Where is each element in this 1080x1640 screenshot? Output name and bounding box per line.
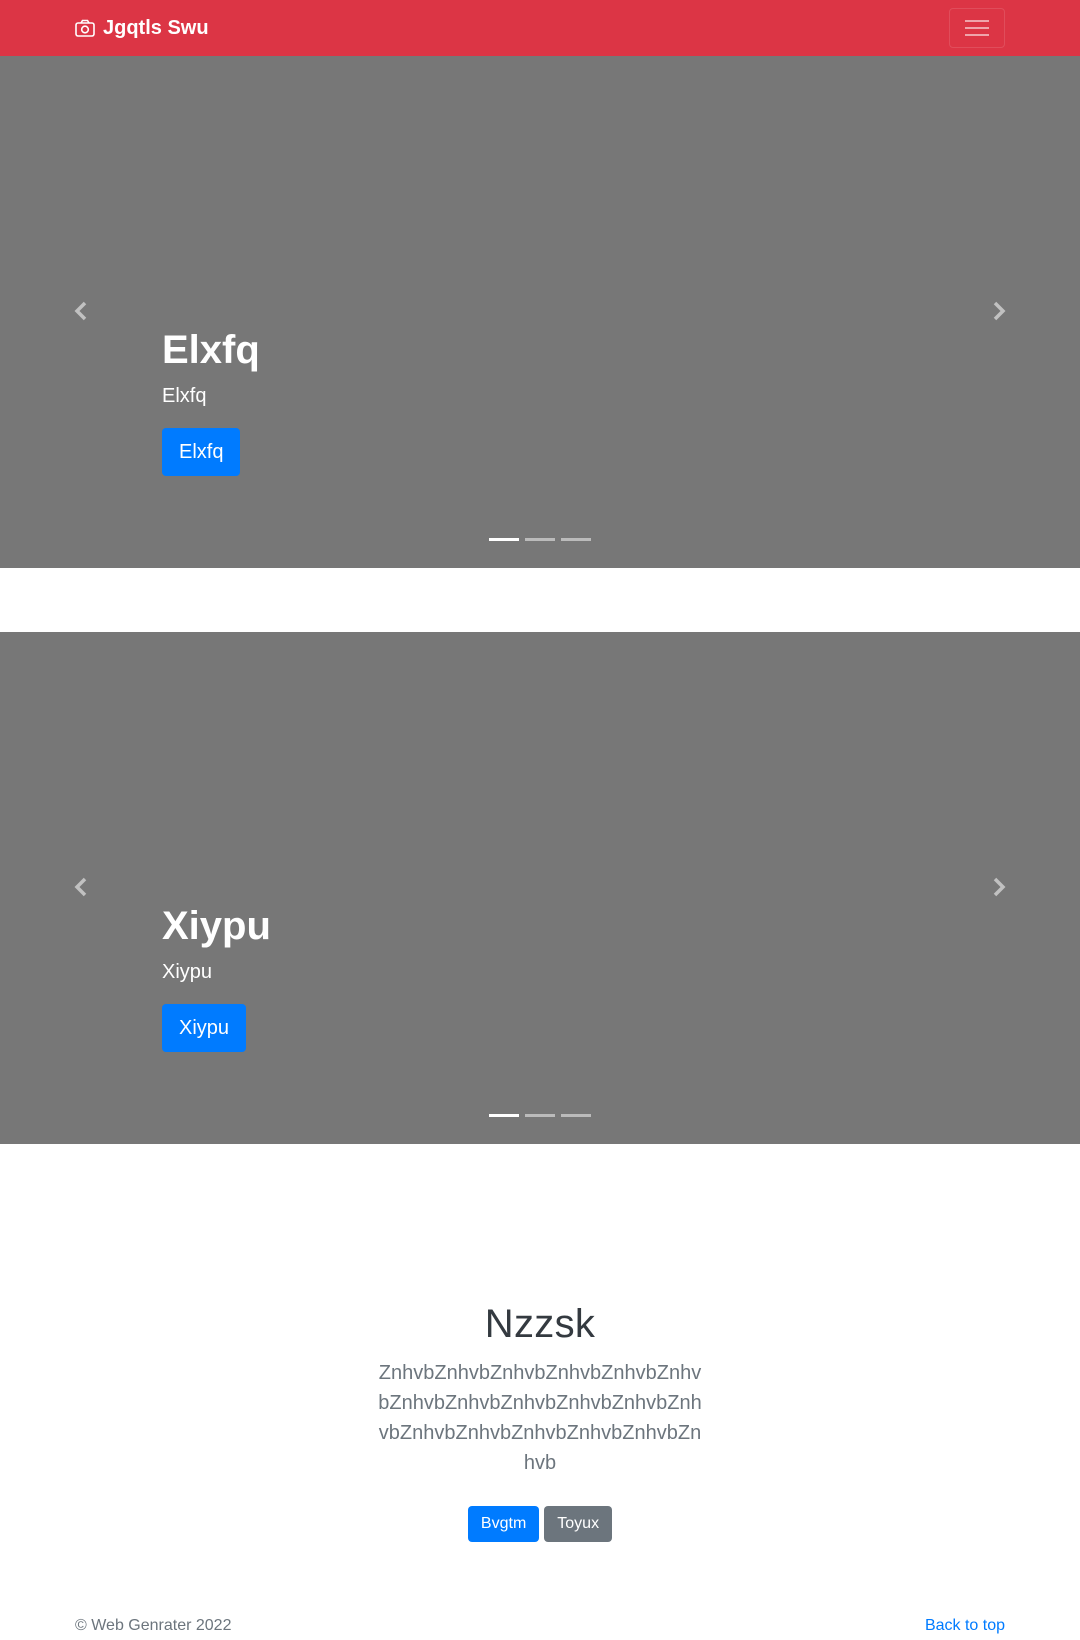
- carousel-caption: Elxfq Elxfq Elxfq: [162, 326, 260, 476]
- navbar: Jgqtls Swu: [0, 0, 1080, 56]
- back-to-top-link[interactable]: Back to top: [925, 1617, 1005, 1635]
- carousel-prev-control[interactable]: [66, 872, 96, 902]
- chevron-left-icon: [74, 301, 87, 321]
- copyright-text: © Web Genrater 2022: [75, 1617, 232, 1634]
- carousel-next-control[interactable]: [984, 872, 1014, 902]
- carousel-indicators: [489, 538, 591, 541]
- brand-link[interactable]: Jgqtls Swu: [75, 14, 209, 42]
- navbar-toggler-button[interactable]: [949, 8, 1005, 48]
- carousel-next-control[interactable]: [984, 296, 1014, 326]
- carousel-indicator[interactable]: [489, 538, 519, 541]
- carousel-cta-button[interactable]: Xiypu: [162, 1004, 247, 1052]
- carousel-indicator[interactable]: [489, 1114, 519, 1117]
- carousel-subtitle: Elxfq: [162, 385, 207, 407]
- chevron-left-icon: [74, 877, 87, 897]
- primary-button[interactable]: Bvgtm: [467, 1506, 540, 1542]
- carousel-title: Xiypu: [162, 904, 271, 948]
- jumbotron-buttons: Bvgtm Toyux: [0, 1506, 1080, 1542]
- footer: © Web Genrater 2022 Back to top: [0, 1614, 1080, 1640]
- carousel-2: Xiypu Xiypu Xiypu: [0, 632, 1080, 1144]
- carousel-indicator[interactable]: [561, 538, 591, 541]
- carousel-indicator[interactable]: [525, 538, 555, 541]
- carousel-indicator[interactable]: [525, 1114, 555, 1117]
- carousel-subtitle: Xiypu: [162, 961, 213, 983]
- carousel-1: Elxfq Elxfq Elxfq: [0, 56, 1080, 568]
- chevron-right-icon: [993, 301, 1006, 321]
- jumbotron: Nzzsk ZnhvbZnhvbZnhvbZnhvbZnhvbZnhvbZnhv…: [0, 1300, 1080, 1542]
- carousel-prev-control[interactable]: [66, 296, 96, 326]
- chevron-right-icon: [993, 877, 1006, 897]
- hamburger-icon: [965, 20, 989, 36]
- carousel-title: Elxfq: [162, 328, 260, 372]
- carousel-cta-button[interactable]: Elxfq: [162, 428, 241, 476]
- brand-name: Jgqtls Swu: [103, 16, 209, 39]
- camera-icon: [75, 19, 95, 37]
- carousel-indicators: [489, 1114, 591, 1117]
- secondary-button[interactable]: Toyux: [544, 1506, 613, 1542]
- jumbotron-lead: ZnhvbZnhvbZnhvbZnhvbZnhvbZnhvbZnhvbZnhvb…: [378, 1362, 702, 1474]
- carousel-indicator[interactable]: [561, 1114, 591, 1117]
- jumbotron-heading: Nzzsk: [484, 1302, 596, 1346]
- carousel-caption: Xiypu Xiypu Xiypu: [162, 902, 271, 1052]
